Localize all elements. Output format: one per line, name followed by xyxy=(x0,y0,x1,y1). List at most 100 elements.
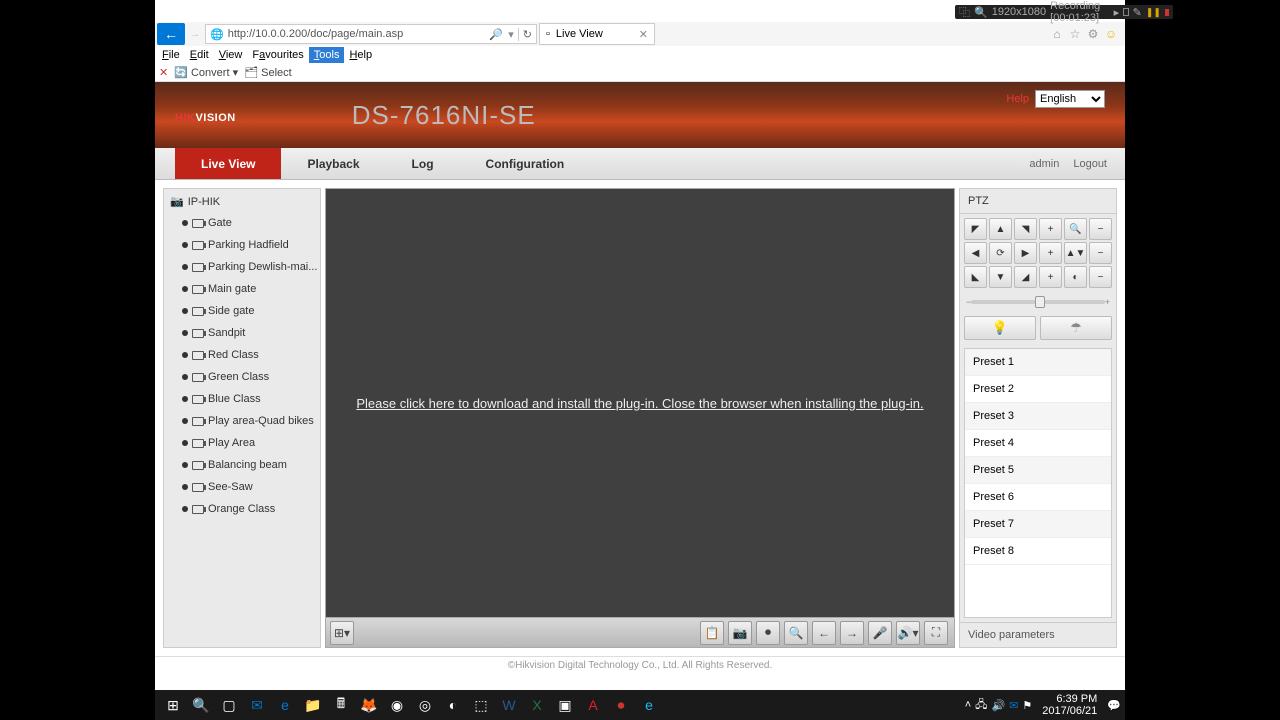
ptz-iris-out[interactable]: − xyxy=(1089,266,1112,288)
ptz-auto[interactable]: ⟳ xyxy=(989,242,1012,264)
network-icon[interactable]: 🖧 xyxy=(975,696,987,715)
sub-close-icon[interactable]: ✕ xyxy=(159,66,168,79)
tab-configuration[interactable]: Configuration xyxy=(460,148,591,179)
ptz-light-button[interactable]: 💡 xyxy=(964,316,1036,340)
tray-up-icon[interactable]: ˄ xyxy=(965,699,971,711)
home-icon[interactable]: ⌂ xyxy=(1049,26,1065,42)
favorites-icon[interactable]: ☆ xyxy=(1067,26,1083,42)
ptz-left[interactable]: ◀ xyxy=(964,242,987,264)
record-button[interactable]: ⏺ xyxy=(756,621,780,645)
preset-list[interactable]: Preset 1Preset 2Preset 3Preset 4Preset 5… xyxy=(964,348,1112,618)
record-icon[interactable]: ⏺ xyxy=(607,692,635,718)
preset-item[interactable]: Preset 8 xyxy=(965,538,1111,565)
camera-item[interactable]: Main gate xyxy=(164,278,320,300)
preset-item[interactable]: Preset 2 xyxy=(965,376,1111,403)
ptz-up[interactable]: ▲ xyxy=(989,218,1012,240)
help-link[interactable]: Help xyxy=(1006,93,1029,105)
ptz-down[interactable]: ▼ xyxy=(989,266,1012,288)
chrome-icon[interactable]: ◉ xyxy=(383,692,411,718)
select-button[interactable]: 🗂 Select xyxy=(244,66,292,79)
calc-icon[interactable]: 🖩 xyxy=(327,692,355,718)
stop-icon[interactable] xyxy=(1165,9,1169,16)
edge-icon[interactable]: e xyxy=(271,692,299,718)
logout-link[interactable]: Logout xyxy=(1073,158,1107,170)
volume-button[interactable]: 🔊▾ xyxy=(896,621,920,645)
refresh-icon[interactable]: ↻ xyxy=(518,28,532,41)
screen-recorder-overlay[interactable]: ⿻ 🔍 1920x1080 Recording [00:01:23] ▸ ✎ ❚… xyxy=(955,5,1173,19)
flag-icon[interactable]: ⚑ xyxy=(1022,699,1032,712)
explorer-icon[interactable]: 📁 xyxy=(299,692,327,718)
ptz-iris-in[interactable]: + xyxy=(1039,266,1062,288)
tab-live-view[interactable]: Live View xyxy=(175,148,281,179)
camera-item[interactable]: Green Class xyxy=(164,366,320,388)
menu-edit[interactable]: Edit xyxy=(185,47,214,63)
adobe-icon[interactable]: A xyxy=(579,692,607,718)
task-view-icon[interactable]: ▢ xyxy=(215,692,243,718)
ie-icon[interactable]: e xyxy=(635,692,663,718)
video-parameters-section[interactable]: Video parameters xyxy=(960,622,1116,647)
mail-icon[interactable]: ✉ xyxy=(1009,699,1018,712)
next-button[interactable]: → xyxy=(840,621,864,645)
stream-button[interactable]: 📋 xyxy=(700,621,724,645)
app1-icon[interactable]: ◎ xyxy=(411,692,439,718)
ptz-zoom-out[interactable]: − xyxy=(1089,218,1112,240)
url-box[interactable]: 🌐 http://10.0.0.200/doc/page/main.asp 🔎 … xyxy=(205,24,537,44)
ptz-right[interactable]: ▶ xyxy=(1014,242,1037,264)
draw-icon[interactable] xyxy=(1123,8,1128,16)
camera-item[interactable]: Blue Class xyxy=(164,388,320,410)
notifications-icon[interactable]: 💬 xyxy=(1107,699,1121,712)
start-button[interactable]: ⊞ xyxy=(159,692,187,718)
ptz-speed-slider[interactable]: − + xyxy=(960,292,1116,312)
camera-item[interactable]: Side gate xyxy=(164,300,320,322)
camera-item[interactable]: See-Saw xyxy=(164,476,320,498)
camera-item[interactable]: Gate xyxy=(164,212,320,234)
camera-item[interactable]: Orange Class xyxy=(164,498,320,520)
preset-item[interactable]: Preset 3 xyxy=(965,403,1111,430)
camera-item[interactable]: Play area-Quad bikes xyxy=(164,410,320,432)
excel-icon[interactable]: X xyxy=(523,692,551,718)
tab-close-icon[interactable]: ✕ xyxy=(639,28,648,41)
ptz-up-right[interactable]: ◥ xyxy=(1014,218,1037,240)
language-select[interactable]: English xyxy=(1035,90,1105,108)
app4-icon[interactable]: ▣ xyxy=(551,692,579,718)
convert-button[interactable]: 🔄 Convert ▾ xyxy=(174,66,238,79)
preset-item[interactable]: Preset 6 xyxy=(965,484,1111,511)
word-icon[interactable]: W xyxy=(495,692,523,718)
fullscreen-button[interactable]: ⛶ xyxy=(924,621,948,645)
tab-playback[interactable]: Playback xyxy=(281,148,385,179)
settings-gear-icon[interactable]: ⚙ xyxy=(1085,26,1101,42)
camera-item[interactable]: Play Area xyxy=(164,432,320,454)
ptz-focus-out[interactable]: − xyxy=(1089,242,1112,264)
preset-item[interactable]: Preset 4 xyxy=(965,430,1111,457)
pencil-icon[interactable]: ✎ xyxy=(1133,6,1142,19)
camera-root[interactable]: 📷 IP-HIK xyxy=(164,189,320,212)
zoom-button[interactable]: 🔍 xyxy=(784,621,808,645)
outlook-icon[interactable]: ✉ xyxy=(243,692,271,718)
plugin-download-link[interactable]: Please click here to download and instal… xyxy=(356,396,923,411)
audio-button[interactable]: 🎤 xyxy=(868,621,892,645)
forward-button[interactable]: → xyxy=(187,28,203,40)
search-icon[interactable]: 🔎 xyxy=(488,28,504,41)
camera-item[interactable]: Sandpit xyxy=(164,322,320,344)
preset-item[interactable]: Preset 1 xyxy=(965,349,1111,376)
camera-item[interactable]: Parking Hadfield xyxy=(164,234,320,256)
ptz-down-right[interactable]: ◢ xyxy=(1014,266,1037,288)
ptz-wiper-button[interactable]: ☂ xyxy=(1040,316,1112,340)
ptz-down-left[interactable]: ◣ xyxy=(964,266,987,288)
camera-item[interactable]: Parking Dewlish-mai... xyxy=(164,256,320,278)
menu-file[interactable]: File xyxy=(157,47,185,63)
capture-button[interactable]: 📷 xyxy=(728,621,752,645)
app2-icon[interactable]: ◐ xyxy=(439,692,467,718)
layout-button[interactable]: ⊞▾ xyxy=(330,621,354,645)
camera-item[interactable]: Red Class xyxy=(164,344,320,366)
smiley-icon[interactable]: ☺ xyxy=(1103,26,1119,42)
camera-item[interactable]: Balancing beam xyxy=(164,454,320,476)
taskbar-clock[interactable]: 6:39 PM 2017/06/21 xyxy=(1036,693,1103,717)
firefox-icon[interactable]: 🦊 xyxy=(355,692,383,718)
preset-item[interactable]: Preset 7 xyxy=(965,511,1111,538)
search-icon[interactable]: 🔍 xyxy=(187,692,215,718)
menu-view[interactable]: View xyxy=(214,47,248,63)
tab-log[interactable]: Log xyxy=(386,148,460,179)
ptz-zoom-in[interactable]: + xyxy=(1039,218,1062,240)
pause-icon[interactable]: ❚❚ xyxy=(1146,7,1161,18)
